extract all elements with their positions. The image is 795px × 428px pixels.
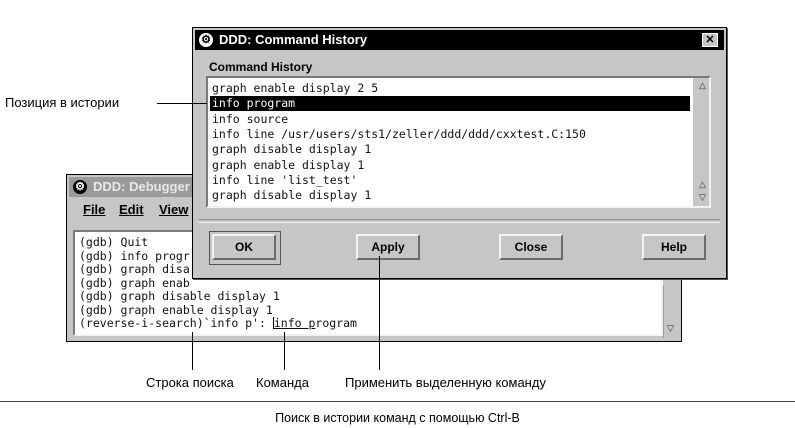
menu-view[interactable]: View [159,202,188,217]
pointer-line [284,332,285,370]
dialog-title: DDD: Command History [219,32,368,47]
caption-rule [0,401,795,402]
search-rest: rogram [315,316,357,330]
pointer-line [157,103,207,104]
menu-edit[interactable]: Edit [119,202,144,217]
window-menu-icon[interactable]: ⚙ [73,180,87,194]
history-item[interactable]: info source [210,112,690,127]
annotation-search-line: Строка поиска [146,375,234,390]
command-history-dialog: ⚙ DDD: Command History ✕ Command History… [192,27,727,279]
history-item[interactable]: graph disable display 1 [210,142,690,157]
history-item[interactable]: info line /usr/users/sts1/zeller/ddd/ddd… [210,127,690,142]
help-button[interactable]: Help [642,234,706,260]
history-list-label: Command History [209,60,313,74]
menu-file[interactable]: File [83,202,105,217]
history-list[interactable]: graph enable display 2 5 info program info… [206,76,711,208]
search-line: (reverse-i-search)`info p': info program [79,316,357,331]
pointer-line [192,332,193,370]
annotation-command: Команда [256,375,309,390]
dialog-titlebar[interactable]: ⚙ DDD: Command History ✕ [195,30,724,50]
close-button[interactable]: Close [499,234,563,260]
search-prompt: (reverse-i-search)`info p': [79,316,273,330]
scroll-down-icon[interactable]: ▽ [664,322,677,335]
history-scrollbar[interactable]: △ △ ▽ [696,78,709,206]
debugger-title: DDD: Debugger [93,179,190,194]
window-menu-icon[interactable]: ⚙ [199,33,213,47]
close-icon[interactable]: ✕ [702,33,718,47]
history-list-inner: graph enable display 2 5 info program info… [208,78,693,206]
history-item-selected[interactable]: info program [210,96,690,112]
pointer-line [379,256,380,370]
annotation-apply-selected: Применить выделенную команду [345,375,546,390]
ok-button[interactable]: OK [212,234,276,260]
button-separator [199,219,720,223]
scroll-down-icon[interactable]: △ [696,178,709,191]
search-match: info p [273,316,316,330]
scroll-up-icon[interactable]: △ [696,79,709,92]
console-line: (gdb) graph enable display 1 [79,302,273,317]
figure-caption: Поиск в истории команд с помощью Ctrl-B [275,411,520,425]
apply-button[interactable]: Apply [356,234,420,260]
history-item[interactable]: graph enable display 2 5 [210,81,690,96]
console-scrollbar[interactable]: ▽ [663,286,678,338]
console-line: (gdb) graph disable display 1 [79,289,280,303]
history-item[interactable]: graph enable display 1 [210,158,690,173]
annotation-history-position: Позиция в истории [5,95,120,110]
history-item[interactable]: info line 'list_test' [210,173,690,188]
history-item[interactable]: graph disable display 1 [210,188,690,203]
scroll-down-icon[interactable]: ▽ [696,191,709,204]
